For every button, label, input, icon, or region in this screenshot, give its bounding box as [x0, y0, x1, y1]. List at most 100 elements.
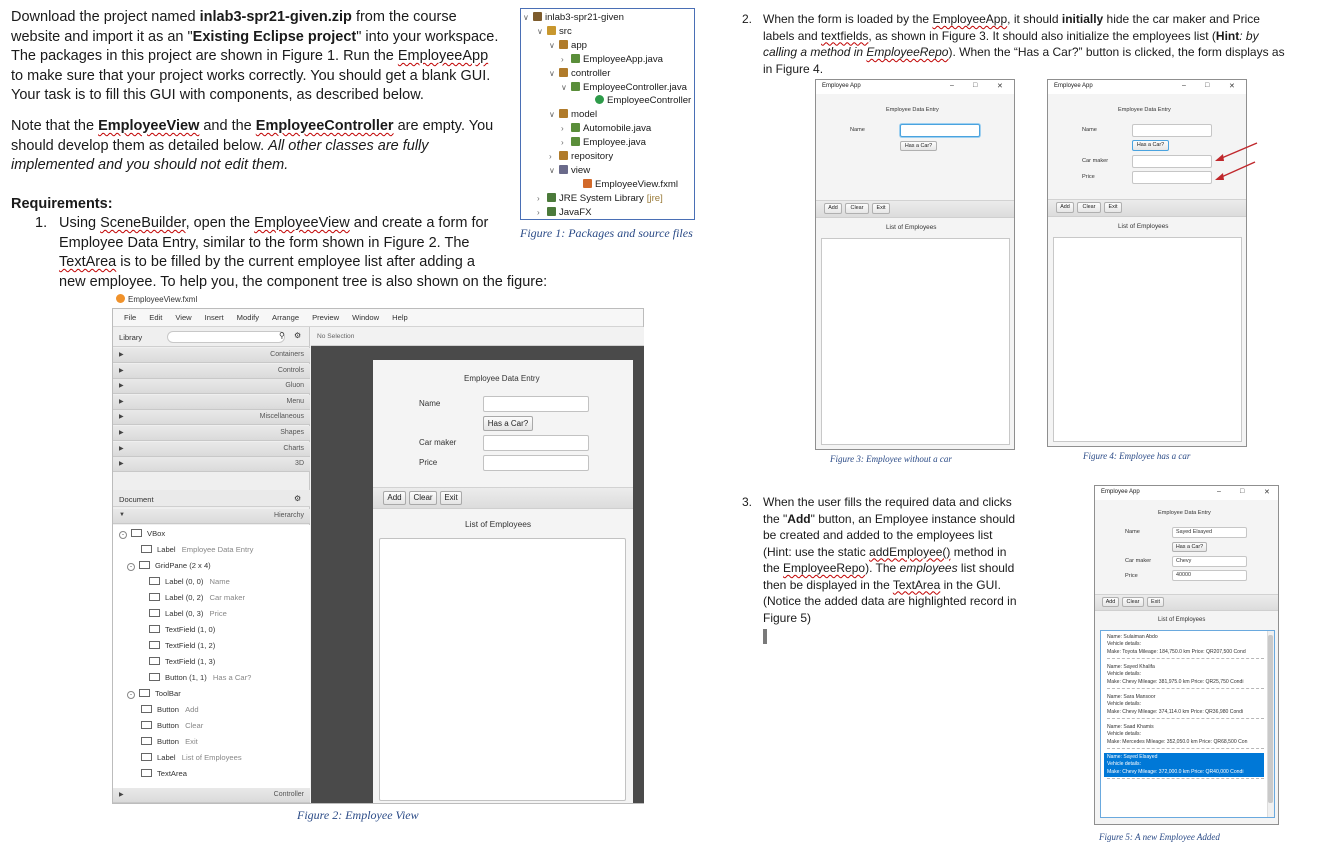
chevron-down-icon[interactable]: ∨ [537, 25, 547, 39]
library-section-controls[interactable]: ▶ Controls [113, 363, 310, 379]
hierarchy-node[interactable]: TextField (1, 2) [149, 641, 215, 650]
hierarchy-node[interactable]: Button Exit [141, 737, 198, 746]
library-section-menu[interactable]: ▶ Menu [113, 394, 310, 410]
library-section-miscellaneous[interactable]: ▶ Miscellaneous [113, 410, 310, 426]
tree-item[interactable]: ∨ inlab3-spr21-given [523, 11, 624, 25]
employees-textarea[interactable] [379, 538, 626, 801]
add-button[interactable]: Add [824, 203, 842, 214]
hierarchy-node[interactable]: TextField (1, 3) [149, 657, 215, 666]
library-section-gluon[interactable]: ▶ Gluon [113, 379, 310, 395]
employees-textarea[interactable]: Name: Sulaiman Abdo Vehicle details: Make:… [1100, 630, 1275, 818]
has-car-button[interactable]: Has a Car? [1132, 140, 1169, 151]
hierarchy-node[interactable]: - VBox [119, 529, 165, 539]
price-field[interactable]: 40000 [1172, 570, 1247, 581]
chevron-right-icon[interactable]: › [537, 206, 547, 220]
add-button[interactable]: Add [1102, 597, 1119, 607]
hierarchy-node[interactable]: Label (0, 0) Name [149, 577, 230, 586]
library-section-3d[interactable]: ▶ 3D [113, 457, 310, 473]
tree-item[interactable]: EmployeeController [585, 94, 691, 108]
exit-button[interactable]: Exit [1147, 597, 1164, 607]
has-car-button[interactable]: Has a Car? [483, 416, 533, 431]
name-field[interactable] [1132, 124, 1212, 137]
employees-textarea[interactable] [821, 238, 1010, 445]
menu-view[interactable]: View [175, 313, 191, 322]
hierarchy-node[interactable]: Button (1, 1) Has a Car? [149, 673, 251, 682]
car-maker-field[interactable]: Chevy [1172, 556, 1247, 567]
library-section-shapes[interactable]: ▶ Shapes [113, 426, 310, 441]
maximize-icon[interactable]: □ [1205, 82, 1209, 89]
menu-file[interactable]: File [124, 313, 136, 322]
hierarchy-header[interactable]: ▼ Hierarchy [113, 509, 310, 524]
menu-preview[interactable]: Preview [312, 313, 339, 322]
car-maker-field[interactable] [1132, 155, 1212, 168]
chevron-right-icon[interactable]: › [537, 192, 547, 206]
clear-button[interactable]: Clear [845, 203, 869, 214]
clear-button[interactable]: Clear [409, 491, 437, 505]
exit-button[interactable]: Exit [872, 203, 890, 214]
hierarchy-node[interactable]: TextArea [141, 769, 187, 778]
chevron-down-icon[interactable]: ∨ [549, 164, 559, 178]
hierarchy-node[interactable]: Label Employee Data Entry [141, 545, 253, 554]
menu-modify[interactable]: Modify [237, 313, 259, 322]
tree-item[interactable]: › EmployeeApp.java [561, 53, 663, 67]
price-field[interactable] [1132, 171, 1212, 184]
tree-item[interactable]: › JRE System Library [jre] [537, 192, 663, 206]
hierarchy-node[interactable]: Label (0, 3) Price [149, 609, 227, 618]
chevron-down-icon[interactable]: ∨ [549, 108, 559, 122]
hierarchy-node[interactable]: - GridPane (2 x 4) [127, 561, 211, 571]
has-car-button[interactable]: Has a Car? [900, 141, 937, 151]
chevron-right-icon[interactable]: › [561, 53, 571, 67]
scrollbar-thumb[interactable] [1268, 635, 1273, 803]
minimize-icon[interactable]: – [1182, 82, 1186, 89]
car-maker-field[interactable] [483, 435, 589, 451]
collapse-icon[interactable]: - [119, 531, 127, 539]
has-car-button[interactable]: Has a Car? [1172, 542, 1207, 552]
chevron-right-icon[interactable]: › [549, 150, 559, 164]
maximize-icon[interactable]: □ [1240, 488, 1244, 495]
gear-icon[interactable]: ⚙ [294, 494, 301, 503]
chevron-right-icon[interactable]: › [561, 122, 571, 136]
add-button[interactable]: Add [383, 491, 406, 505]
name-field[interactable] [483, 396, 589, 412]
clear-button[interactable]: Clear [1122, 597, 1144, 607]
add-button[interactable]: Add [1056, 202, 1074, 213]
chevron-down-icon[interactable]: ∨ [549, 67, 559, 81]
chevron-down-icon[interactable]: ∨ [523, 11, 533, 25]
tree-item[interactable]: › repository [549, 150, 613, 164]
tree-item[interactable]: ∨ EmployeeController.java [561, 81, 687, 95]
menu-insert[interactable]: Insert [205, 313, 224, 322]
tree-item[interactable]: › Automobile.java [561, 122, 651, 136]
hierarchy-node[interactable]: Label List of Employees [141, 753, 242, 762]
hierarchy-node[interactable]: Label (0, 2) Car maker [149, 593, 245, 602]
name-field[interactable]: Sayed Elsayed [1172, 527, 1247, 538]
library-section-charts[interactable]: ▶ Charts [113, 441, 310, 457]
controller-header[interactable]: ▶ Controller [113, 788, 310, 803]
chevron-right-icon[interactable]: › [561, 136, 571, 150]
tree-item[interactable]: ∨ model [549, 108, 597, 122]
employees-textarea[interactable] [1053, 237, 1242, 442]
tree-item[interactable]: ∨ controller [549, 67, 610, 81]
library-search-input[interactable] [167, 331, 285, 343]
menu-help[interactable]: Help [392, 313, 408, 322]
gear-icon[interactable]: ⚙ [294, 331, 301, 340]
close-icon[interactable]: ✕ [997, 82, 1003, 90]
exit-button[interactable]: Exit [1104, 202, 1122, 213]
collapse-icon[interactable]: - [127, 691, 135, 699]
price-field[interactable] [483, 455, 589, 471]
hierarchy-node[interactable]: Button Clear [141, 721, 203, 730]
tree-item[interactable]: ∨ app [549, 39, 587, 53]
tree-item[interactable]: EmployeeView.fxml [573, 178, 678, 192]
tree-item[interactable]: › JavaFX [537, 206, 592, 220]
hierarchy-node[interactable]: - ToolBar [127, 689, 181, 699]
clear-button[interactable]: Clear [1077, 202, 1101, 213]
chevron-down-icon[interactable]: ∨ [549, 39, 559, 53]
collapse-icon[interactable]: - [127, 563, 135, 571]
minimize-icon[interactable]: – [1217, 488, 1221, 495]
close-icon[interactable]: ✕ [1229, 82, 1235, 90]
hierarchy-node[interactable]: TextField (1, 0) [149, 625, 215, 634]
menu-arrange[interactable]: Arrange [272, 313, 299, 322]
tree-item[interactable]: ∨ view [549, 164, 590, 178]
menu-window[interactable]: Window [352, 313, 379, 322]
tree-item[interactable]: ∨ src [537, 25, 572, 39]
menu-edit[interactable]: Edit [149, 313, 162, 322]
